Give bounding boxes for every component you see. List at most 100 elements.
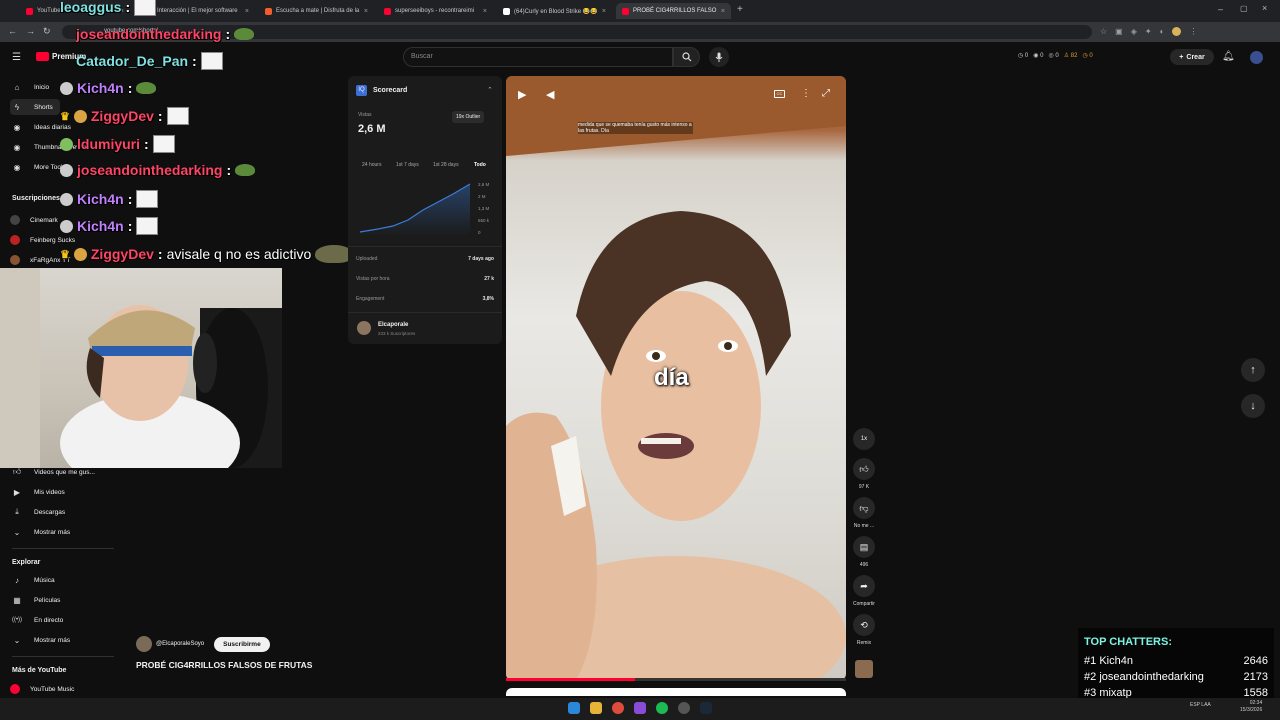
timeframe-tab-active[interactable]: Todo — [474, 162, 486, 168]
chat-message: ldumiyuri: — [60, 135, 175, 153]
shorts-video-player[interactable]: ▶ ◀︎ CC ⋮ ⤢ medida que se quemaba tenía … — [506, 76, 846, 680]
y-tick-label: 2 M — [478, 194, 486, 199]
sidebar-item-shorts[interactable]: ϟ Shorts — [10, 99, 60, 115]
subscription-item[interactable]: Cinemark — [10, 212, 58, 228]
browser-tab[interactable]: (64)Curly en Blood Strike 😂😂 × — [497, 3, 612, 19]
close-icon[interactable]: × — [245, 8, 249, 15]
timeframe-tab[interactable]: 24 hours — [362, 162, 381, 168]
sidebar-show-more[interactable]: ⌄ Mostrar más — [10, 632, 70, 648]
forward-icon[interactable]: → — [26, 26, 35, 36]
chat-text: avisale q no es adictivo — [166, 246, 312, 262]
sound-avatar[interactable] — [852, 660, 876, 678]
like-button[interactable]: 👍︎ 97 K — [852, 458, 876, 490]
account-avatar[interactable] — [1250, 51, 1263, 64]
extension-icon[interactable]: ◐ — [1160, 27, 1165, 36]
sidebar-item-live[interactable]: ((•)) En directo — [10, 612, 63, 628]
sidebar-item-music[interactable]: ♪ Música — [10, 572, 55, 588]
crown-badge-icon: ♛ — [60, 248, 70, 261]
comments-button[interactable]: ▤ 496 — [852, 536, 876, 568]
channel-avatar — [10, 215, 20, 225]
timeframe-tab[interactable]: 1st 28 days — [433, 162, 459, 168]
search-button[interactable] — [673, 47, 700, 67]
extension-icon[interactable]: ✦ — [1145, 27, 1152, 36]
subscribe-button[interactable]: Suscribirme — [214, 636, 270, 652]
divider — [348, 246, 502, 247]
search-input[interactable]: Buscar — [403, 47, 673, 67]
minimize-icon[interactable]: – — [1218, 4, 1223, 14]
windows-start-icon[interactable] — [568, 702, 580, 714]
maximize-icon[interactable]: ▢ — [1240, 4, 1248, 13]
chrome-icon[interactable] — [612, 702, 624, 714]
extension-stats-bar: ◷ 0 ◉ 0 ◎ 0 ♙ 82 ◷ 0 — [1018, 52, 1093, 59]
dislike-button[interactable]: 👎︎ No me ... — [852, 497, 876, 529]
play-icon[interactable]: ▶ — [518, 88, 526, 101]
reload-icon[interactable]: ↻ — [43, 26, 51, 37]
timeframe-tab[interactable]: 1st 7 days — [396, 162, 419, 168]
sidebar-item-label: En directo — [34, 616, 64, 624]
sidebar-item-youtube-music[interactable]: YouTube Music — [10, 681, 74, 697]
search-icon — [681, 52, 691, 62]
sidebar-show-more[interactable]: ⌄ Mostrar más — [10, 524, 70, 540]
create-button[interactable]: + Crear — [1170, 49, 1214, 65]
captions-icon[interactable]: CC — [774, 90, 785, 98]
playback-speed-button[interactable]: 1x — [852, 428, 876, 450]
sidebar-item-more-tools[interactable]: ◉ More Tools — [10, 159, 66, 175]
sidebar-item-label: Inicio — [34, 83, 50, 91]
menu-icon[interactable]: ⋮ — [1189, 27, 1197, 36]
y-tick-label: 0 — [478, 230, 481, 235]
browser-tab[interactable]: Interacción | El mejor software × — [140, 3, 255, 19]
channel-avatar — [357, 321, 371, 335]
channel-avatar[interactable] — [136, 636, 152, 652]
close-icon[interactable]: × — [602, 8, 606, 15]
hamburger-menu-icon[interactable]: ☰ — [12, 52, 21, 63]
browser-tab[interactable]: Escucha a mate | Disfruta de la × — [259, 3, 374, 19]
pepe-emote-icon — [200, 52, 223, 70]
views-growth-chart — [359, 183, 471, 236]
extension-icon[interactable]: ▣ — [1115, 27, 1123, 36]
user-badge-icon — [60, 163, 73, 177]
notifications-bell-icon[interactable]: 🔔︎ — [1222, 51, 1235, 62]
video-progress-bar[interactable] — [506, 678, 846, 681]
extension-icon[interactable]: ◈ — [1131, 27, 1137, 36]
share-button[interactable]: ➦ Compartir — [852, 575, 876, 607]
browser-tab[interactable]: superseeiboys - recontrareimi × — [378, 3, 493, 19]
file-explorer-icon[interactable] — [590, 702, 602, 714]
steam-icon[interactable] — [700, 702, 712, 714]
scorecard-channel-name: Elcaporale — [378, 322, 409, 328]
chat-username: leoaggus — [60, 0, 122, 15]
browser-tab-active[interactable]: PROBÉ CIG4RRILLOS FALSO × — [616, 3, 731, 19]
obs-icon[interactable] — [678, 702, 690, 714]
spotify-icon[interactable] — [656, 702, 668, 714]
voice-search-button[interactable] — [709, 47, 729, 67]
back-icon[interactable]: ← — [8, 26, 17, 36]
fullscreen-icon[interactable]: ⤢ — [822, 88, 830, 99]
video-subtitle-small: medida que se quemaba tenía gusto más in… — [578, 122, 693, 134]
clock[interactable]: 02:34 15/3/2026 — [1240, 700, 1262, 714]
volume-icon[interactable]: ◀︎ — [546, 88, 554, 101]
close-icon[interactable]: × — [483, 8, 487, 15]
remix-button[interactable]: ⟲ Remix — [852, 614, 876, 646]
profile-avatar[interactable] — [1172, 27, 1182, 36]
sidebar-item-downloads[interactable]: ⤓ Descargas — [10, 504, 65, 520]
sidebar-item-label: Videos que me gus... — [34, 468, 95, 476]
channel-name[interactable]: @ElcaporaleSoyo — [156, 641, 204, 647]
channel-avatar — [10, 255, 20, 265]
bookmark-star-icon[interactable]: ☆ — [1100, 27, 1107, 36]
chatter-count: 2646 — [1243, 655, 1268, 667]
new-tab-icon[interactable]: + — [737, 4, 743, 15]
pepe-emote-icon — [152, 135, 175, 153]
language-indicator[interactable]: ESP LAA — [1190, 702, 1211, 708]
close-window-icon[interactable]: × — [1262, 3, 1267, 13]
more-options-icon[interactable]: ⋮ — [801, 88, 811, 99]
like-count: 97 K — [858, 484, 870, 490]
sidebar-item-movies[interactable]: ▦ Películas — [10, 592, 60, 608]
sidebar-item-inicio[interactable]: ⌂ Inicio — [10, 79, 50, 95]
next-short-button[interactable]: ↓ — [1241, 394, 1265, 418]
close-icon[interactable]: × — [364, 8, 368, 15]
sidebar-item-my-videos[interactable]: ▶ Mis videos — [10, 484, 65, 500]
chevron-up-icon[interactable]: ⌃ — [487, 86, 493, 94]
twitch-icon[interactable] — [634, 702, 646, 714]
close-icon[interactable]: × — [721, 8, 725, 15]
video-channel-row: @ElcaporaleSoyo Suscribirme — [136, 636, 270, 652]
previous-short-button[interactable]: ↑ — [1241, 358, 1265, 382]
